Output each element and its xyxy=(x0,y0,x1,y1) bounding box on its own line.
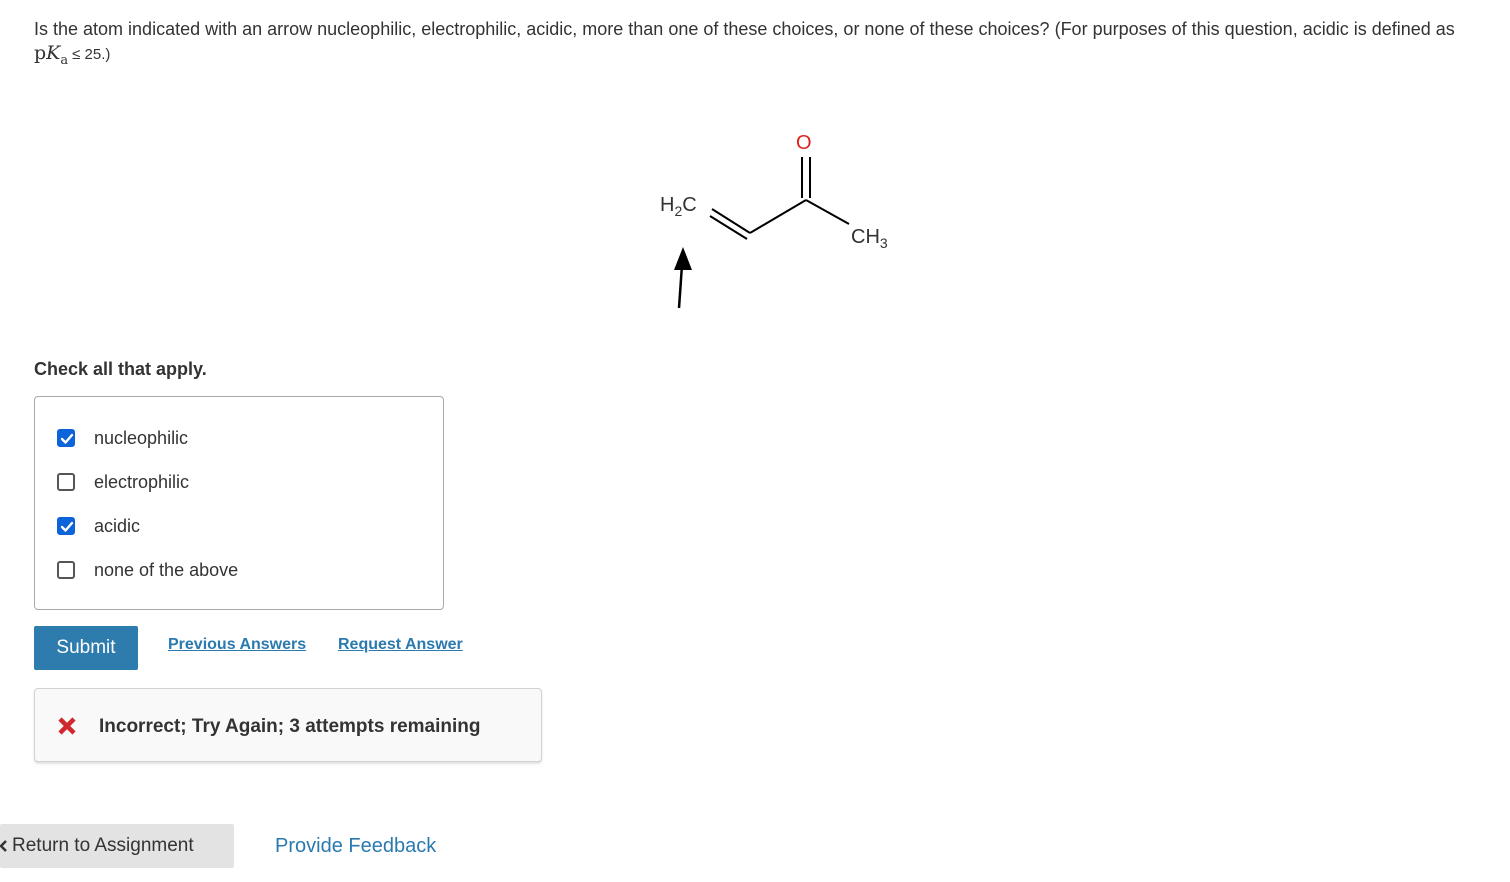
oxygen-atom: O xyxy=(796,132,812,154)
indicator-arrow-shaft xyxy=(677,264,684,309)
x-icon xyxy=(58,717,76,735)
option-label: electrophilic xyxy=(94,471,190,492)
return-label: Return to Assignment xyxy=(12,835,194,856)
ch3-sub: 3 xyxy=(880,235,888,251)
pka-relation: ≤ 25.) xyxy=(72,46,111,63)
single-bond xyxy=(749,199,807,234)
request-answer-link[interactable]: Request Answer xyxy=(338,636,463,654)
option-none-of-the-above[interactable]: none of the above xyxy=(57,557,238,583)
option-acidic[interactable]: acidic xyxy=(57,513,140,539)
option-label: acidic xyxy=(94,515,141,536)
provide-feedback-link[interactable]: Provide Feedback xyxy=(275,835,436,858)
chevron-left-icon xyxy=(0,840,7,852)
option-nucleophilic[interactable]: nucleophilic xyxy=(57,425,188,451)
feedback-message: Incorrect; Try Again; 3 attempts remaini… xyxy=(34,688,542,762)
indicator-arrow-head xyxy=(674,247,692,270)
option-electrophilic[interactable]: electrophilic xyxy=(57,469,189,495)
pka-expression: pKa xyxy=(34,42,68,68)
h2c-sub: 2 xyxy=(674,203,682,219)
checkbox-nucleophilic[interactable] xyxy=(57,429,75,447)
ch3-main: CH xyxy=(851,226,880,248)
checkbox-acidic[interactable] xyxy=(57,517,75,535)
option-label: none of the above xyxy=(94,559,239,580)
option-label: nucleophilic xyxy=(94,427,189,448)
pka-sub: a xyxy=(60,52,69,68)
return-to-assignment-button[interactable]: Return to Assignment xyxy=(0,824,234,868)
pka-p: p xyxy=(34,42,47,64)
h2c-group: H2C xyxy=(660,194,697,219)
ch3-group: CH3 xyxy=(851,226,888,251)
checkbox-electrophilic[interactable] xyxy=(57,473,75,491)
options-list: nucleophilic electrophilic acidic none o… xyxy=(34,396,444,610)
previous-answers-link[interactable]: Previous Answers xyxy=(168,636,306,654)
instruction-text: Check all that apply. xyxy=(34,359,207,379)
h2c-c: C xyxy=(682,194,696,216)
pka-k: K xyxy=(46,42,61,64)
molecule-structure: O H2C CH3 xyxy=(660,132,888,309)
methyl-bond xyxy=(805,199,850,225)
h2c-h: H xyxy=(660,194,674,216)
question-body: Is the atom indicated with an arrow nucl… xyxy=(34,19,1455,39)
feedback-text: Incorrect; Try Again; 3 attempts remaini… xyxy=(99,716,481,737)
question-text: Is the atom indicated with an arrow nucl… xyxy=(34,17,1484,73)
checkbox-none-of-the-above[interactable] xyxy=(57,561,75,579)
submit-button[interactable]: Submit xyxy=(34,626,138,670)
